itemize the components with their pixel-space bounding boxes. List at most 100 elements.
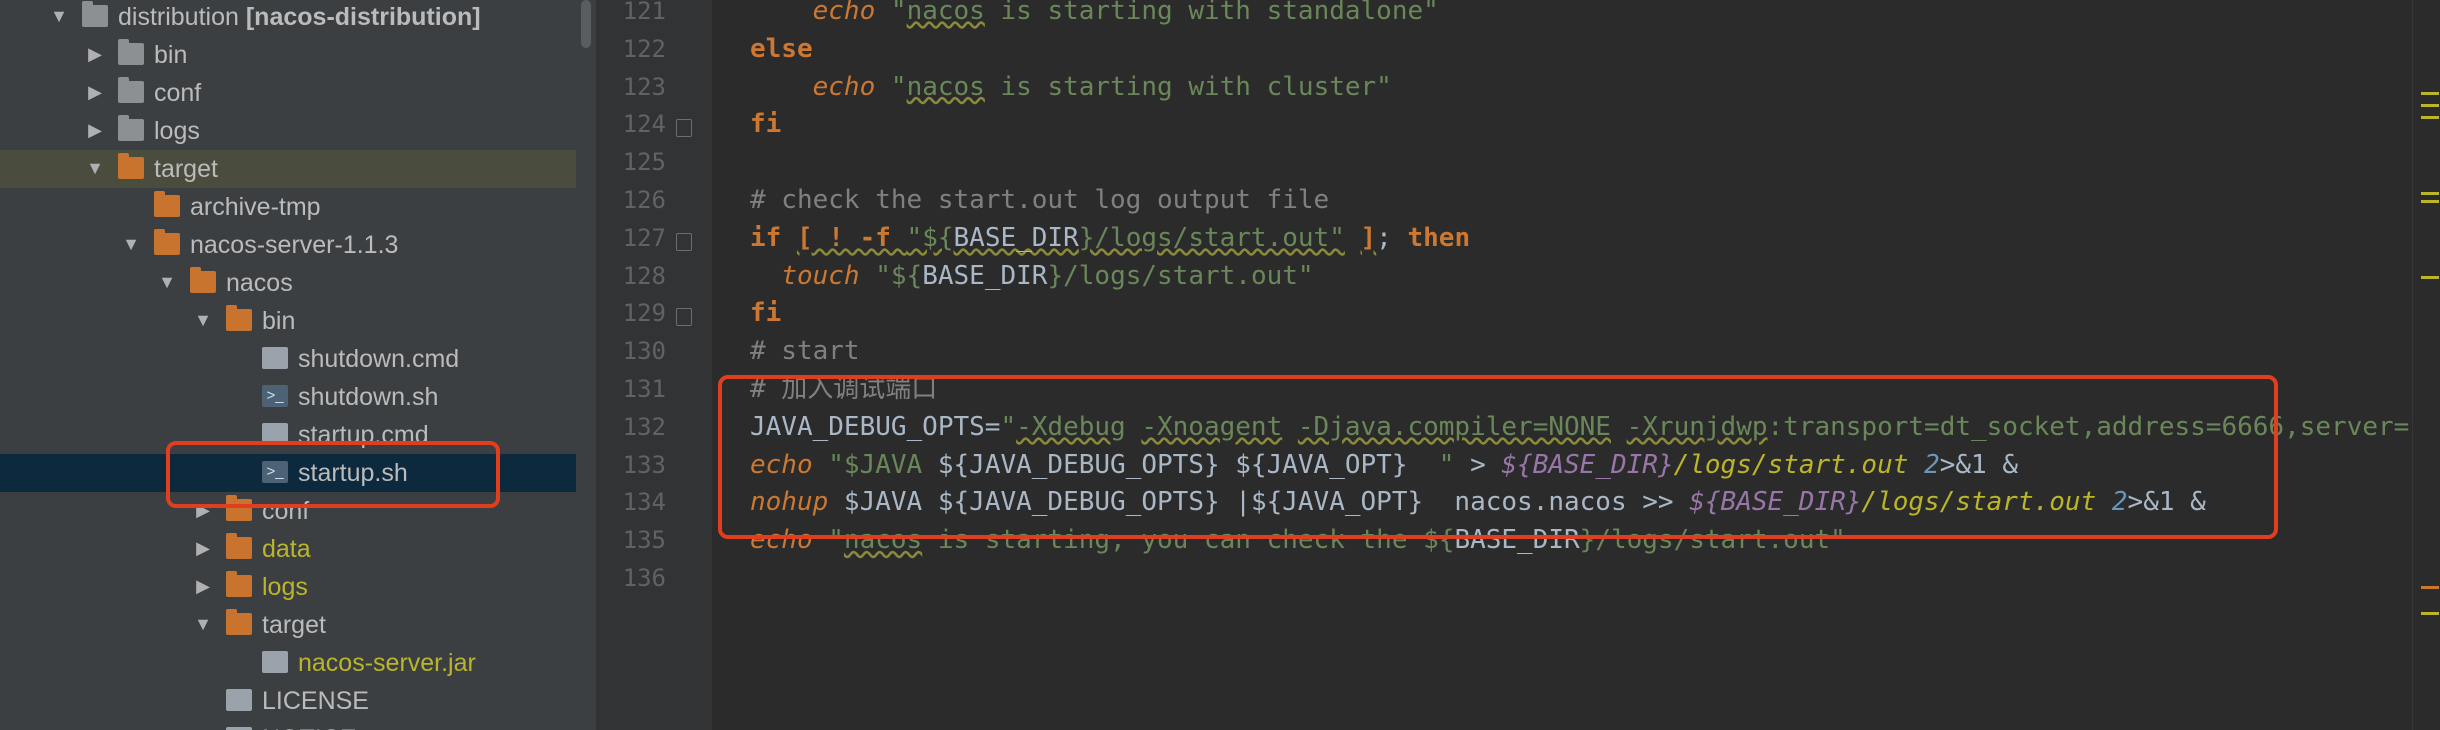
- chevron-right-icon[interactable]: ▶: [84, 81, 106, 103]
- line-number: 132: [622, 412, 666, 441]
- tree-item[interactable]: ▼ bin: [0, 302, 576, 340]
- tree-item[interactable]: ▶ bin: [0, 36, 576, 74]
- chevron-right-icon[interactable]: ▶: [84, 119, 106, 141]
- tree-item[interactable]: ▼ nacos: [0, 264, 576, 302]
- line-number: 133: [622, 450, 666, 479]
- project-tree-scrollbar[interactable]: [576, 0, 597, 730]
- code-token: ": [890, 71, 907, 102]
- code-line[interactable]: else: [750, 32, 813, 66]
- code-editor[interactable]: echo "nacos is starting with standalone"…: [712, 0, 2412, 730]
- code-line[interactable]: echo "nacos is starting with standalone": [750, 0, 1439, 28]
- code-line[interactable]: echo "nacos is starting with cluster": [750, 70, 1392, 104]
- line-number: 135: [622, 526, 666, 555]
- stripe-marker[interactable]: [2421, 92, 2439, 95]
- code-token: echo: [812, 0, 876, 26]
- tree-item[interactable]: ▼ target: [0, 150, 576, 188]
- chevron-right-icon[interactable]: ▶: [84, 43, 106, 65]
- stripe-marker[interactable]: [2421, 200, 2439, 203]
- tree-item[interactable]: nacos-server.jar: [0, 644, 576, 682]
- fold-marker-icon[interactable]: [676, 119, 692, 138]
- fold-marker-icon[interactable]: [676, 232, 692, 251]
- tree-item[interactable]: shutdown.cmd: [0, 340, 576, 378]
- tree-item-label: nacos-server.jar: [298, 649, 476, 677]
- tree-item[interactable]: ▼ nacos-server-1.1.3: [0, 226, 576, 264]
- folder-icon: [154, 191, 180, 217]
- file-icon: [226, 689, 252, 711]
- jar-icon: [262, 651, 288, 673]
- code-line[interactable]: # check the start.out log output file: [750, 183, 1329, 217]
- line-number: 124: [622, 110, 666, 139]
- line-number: 127: [622, 223, 666, 252]
- file-icon: [262, 347, 288, 369]
- tree-item-label: NOTICE: [262, 724, 356, 730]
- code-line[interactable]: # start: [750, 334, 860, 368]
- tree-item[interactable]: ▶ conf: [0, 74, 576, 112]
- tree-item[interactable]: ▼ distribution [nacos-distribution]: [0, 0, 576, 36]
- tree-item[interactable]: ▼ target: [0, 606, 576, 644]
- line-number: 136: [622, 564, 666, 592]
- tree-item-label: shutdown.cmd: [298, 345, 460, 373]
- tree-item-label: logs: [262, 573, 308, 601]
- chevron-right-icon[interactable]: ▶: [192, 575, 214, 597]
- tree-item-label: logs: [154, 117, 200, 145]
- line-number: 129: [622, 299, 666, 328]
- code-token: }/logs/start.out": [1078, 222, 1345, 253]
- code-token: # start: [750, 336, 860, 367]
- code-token: is starting with standalone": [984, 0, 1439, 26]
- folder-icon: [118, 153, 144, 179]
- chevron-down-icon[interactable]: ▼: [84, 157, 106, 179]
- code-line[interactable]: fi: [750, 107, 781, 141]
- code-line[interactable]: touch "${BASE_DIR}/logs/start.out": [750, 259, 1313, 293]
- scrollbar-thumb[interactable]: [581, 0, 591, 48]
- code-token: [ ! -f: [796, 222, 907, 253]
- tree-item[interactable]: ▶ data: [0, 530, 576, 568]
- folder-icon: [190, 267, 216, 293]
- code-token: ": [890, 0, 907, 26]
- editor-error-stripe[interactable]: [2412, 0, 2440, 730]
- tree-item-label: target: [262, 611, 326, 639]
- fold-marker-icon[interactable]: [676, 308, 692, 327]
- chevron-down-icon[interactable]: ▼: [156, 271, 178, 293]
- tree-item[interactable]: archive-tmp: [0, 188, 576, 226]
- code-line[interactable]: fi: [750, 296, 781, 330]
- code-token: fi: [750, 109, 782, 140]
- code-token: nacos: [906, 0, 985, 26]
- code-token: ]: [1360, 222, 1377, 253]
- chevron-right-icon[interactable]: ▶: [192, 537, 214, 559]
- tree-item[interactable]: NOTICE: [0, 720, 576, 730]
- tree-item-label: nacos-server-1.1.3: [190, 231, 399, 259]
- stripe-marker[interactable]: [2421, 612, 2439, 615]
- tree-item[interactable]: >_ shutdown.sh: [0, 378, 576, 416]
- stripe-marker[interactable]: [2421, 104, 2439, 107]
- line-number: 126: [622, 186, 666, 214]
- line-number: 123: [622, 72, 666, 101]
- tree-item[interactable]: ▶ logs: [0, 112, 576, 150]
- tree-item-label: archive-tmp: [190, 193, 321, 221]
- chevron-down-icon[interactable]: ▼: [48, 5, 70, 27]
- tree-item[interactable]: LICENSE: [0, 682, 576, 720]
- chevron-down-icon[interactable]: ▼: [192, 613, 214, 635]
- project-tree-panel: ▼ distribution [nacos-distribution] ▶ bin ▶ c…: [0, 0, 576, 730]
- line-number: 121: [622, 0, 666, 25]
- chevron-down-icon[interactable]: ▼: [120, 233, 142, 255]
- code-line[interactable]: if [ ! -f "${BASE_DIR}/logs/start.out" ]…: [750, 221, 1470, 255]
- tree-item-label: bin: [262, 307, 296, 335]
- stripe-marker[interactable]: [2421, 586, 2439, 589]
- code-token: "${: [875, 260, 923, 291]
- tree-item[interactable]: ▶ logs: [0, 568, 576, 606]
- line-number: 128: [622, 261, 666, 290]
- code-token: else: [750, 33, 813, 64]
- stripe-marker[interactable]: [2421, 276, 2439, 279]
- chevron-down-icon[interactable]: ▼: [192, 309, 214, 331]
- stripe-marker[interactable]: [2421, 192, 2439, 195]
- stripe-marker[interactable]: [2421, 116, 2439, 119]
- folder-icon: [226, 305, 252, 331]
- code-token: touch: [781, 260, 860, 291]
- line-number: 134: [622, 488, 666, 517]
